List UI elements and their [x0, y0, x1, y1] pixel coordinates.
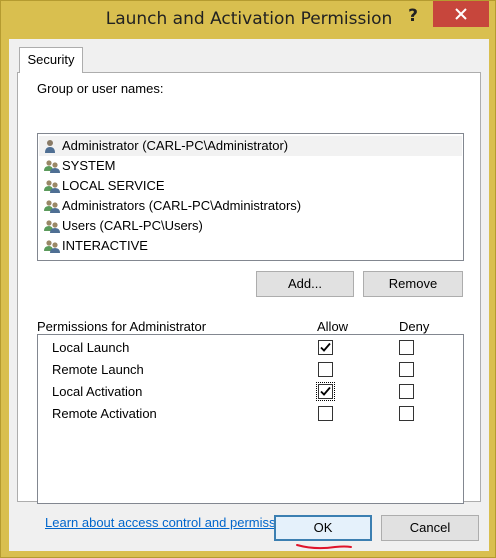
permission-row-local-activation: Local Activation — [52, 384, 143, 399]
add-button[interactable]: Add... — [256, 271, 354, 297]
list-item-label: Users (CARL-PC\Users) — [62, 218, 203, 233]
permission-row-remote-launch: Remote Launch — [52, 362, 144, 377]
ok-button[interactable]: OK — [274, 515, 372, 541]
local-activation-allow-checkbox[interactable] — [316, 382, 335, 401]
dialog-client-area: Security Group or user names: Administra… — [9, 39, 489, 551]
user-icon — [45, 140, 55, 153]
remote-launch-allow-checkbox[interactable] — [318, 362, 333, 377]
list-item[interactable]: Users (CARL-PC\Users) — [39, 216, 462, 236]
tab-security[interactable]: Security — [19, 47, 83, 73]
list-item[interactable]: INTERACTIVE — [39, 236, 462, 256]
list-item[interactable]: Administrator (CARL-PC\Administrator) — [39, 136, 462, 156]
permission-row-local-launch: Local Launch — [52, 340, 130, 355]
remove-button[interactable]: Remove — [363, 271, 463, 297]
group-user-names-label: Group or user names: — [37, 81, 164, 96]
local-activation-deny-checkbox[interactable] — [399, 384, 414, 399]
local-launch-deny-checkbox[interactable] — [399, 340, 414, 355]
list-item-label: SYSTEM — [62, 158, 116, 173]
access-control-help-link[interactable]: Learn about access control and permissio… — [45, 515, 299, 530]
remote-activation-allow-checkbox[interactable] — [318, 406, 333, 421]
close-button[interactable] — [433, 1, 489, 27]
help-button[interactable]: ? — [401, 3, 425, 29]
list-item[interactable]: Administrators (CARL-PC\Administrators) — [39, 196, 462, 216]
list-item[interactable]: LOCAL SERVICE — [39, 176, 462, 196]
user-list[interactable]: Administrator (CARL-PC\Administrator) SY… — [37, 133, 464, 261]
close-icon — [455, 8, 467, 20]
security-tab-panel: Group or user names: Administrator (CARL… — [17, 72, 481, 530]
permission-row-remote-activation: Remote Activation — [52, 406, 157, 421]
ok-underline-annotation — [296, 544, 352, 550]
deny-column-header: Deny — [399, 319, 430, 334]
users-icon — [44, 240, 60, 253]
users-icon — [44, 220, 60, 233]
list-item-label: INTERACTIVE — [62, 238, 148, 253]
dialog-window: Launch and Activation Permission ? Secur… — [0, 0, 496, 558]
users-icon — [44, 180, 60, 193]
remote-activation-deny-checkbox[interactable] — [399, 406, 414, 421]
local-launch-allow-checkbox[interactable] — [318, 340, 333, 355]
permissions-label: Permissions for Administrator — [37, 319, 207, 334]
users-icon — [44, 200, 60, 213]
cancel-button[interactable]: Cancel — [381, 515, 479, 541]
list-item-label: Administrators (CARL-PC\Administrators) — [62, 198, 302, 213]
allow-column-header: Allow — [317, 319, 349, 334]
checkmark-icon — [320, 386, 331, 396]
permissions-list: Local Launch Remote Launch Local Activat… — [37, 334, 464, 504]
list-item[interactable]: SYSTEM — [39, 156, 462, 176]
list-item-label: Administrator (CARL-PC\Administrator) — [62, 138, 289, 153]
title-bar[interactable]: Launch and Activation Permission ? — [1, 1, 496, 39]
remote-launch-deny-checkbox[interactable] — [399, 362, 414, 377]
list-item-label: LOCAL SERVICE — [62, 178, 165, 193]
checkmark-icon — [320, 342, 331, 352]
users-icon — [44, 160, 60, 173]
